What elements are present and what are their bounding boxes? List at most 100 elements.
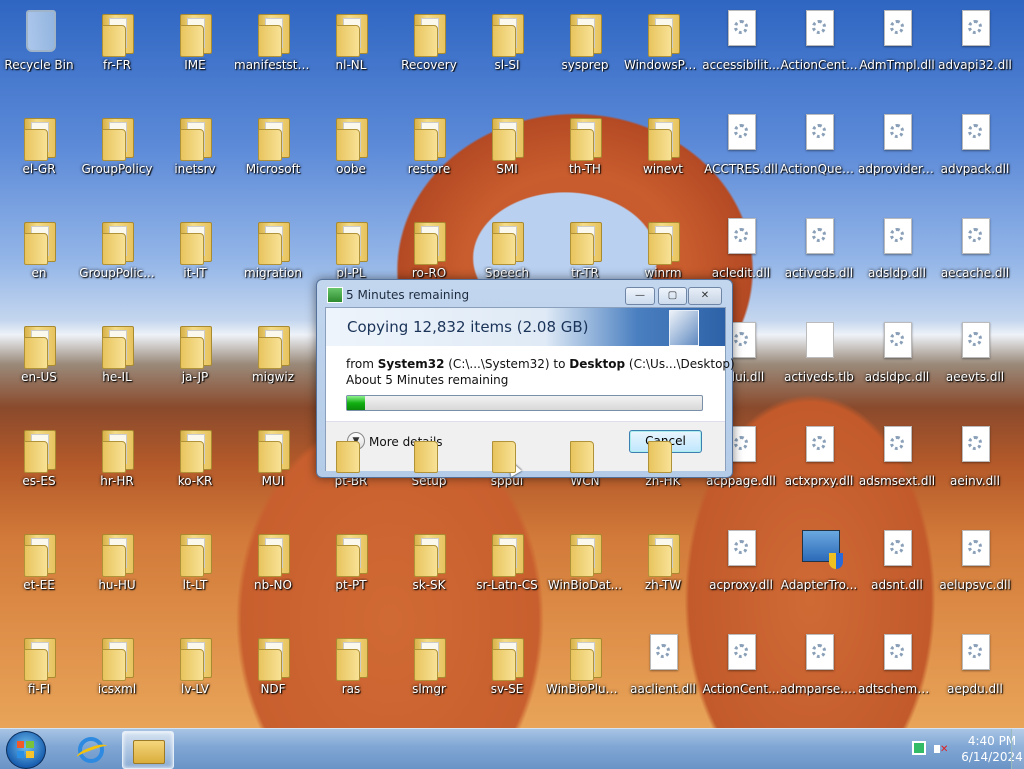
desktop-icon-smi[interactable]: SMI: [468, 106, 546, 206]
desktop-icon-label: lv-LV: [180, 682, 210, 696]
desktop-icon-label: hr-HR: [100, 474, 134, 488]
desktop-icon-inetsrv[interactable]: inetsrv: [156, 106, 234, 206]
desktop-icon-winbioplug[interactable]: WinBioPlug...: [546, 626, 624, 726]
desktop-icon-winbiodat[interactable]: WinBioDat...: [546, 522, 624, 622]
network-icon[interactable]: [912, 741, 926, 755]
desktop-icon-actioncent[interactable]: ActionCent...: [702, 626, 780, 726]
desktop-icon-grouppolic[interactable]: GroupPolic...: [78, 210, 156, 310]
close-button[interactable]: ✕: [688, 287, 722, 305]
to-prefix: to: [549, 357, 570, 371]
desktop-icon-lt-lt[interactable]: lt-LT: [156, 522, 234, 622]
desktop-icon-label: en: [31, 266, 47, 280]
volume-muted-icon[interactable]: [934, 741, 948, 757]
desktop-icon-label: manifeststore: [234, 58, 312, 72]
desktop-icon-acproxy-dll[interactable]: acproxy.dll: [702, 522, 780, 622]
desktop-icon-adtschema-dll[interactable]: adtschema.dll: [858, 626, 936, 726]
desktop-icon-ja-jp[interactable]: ja-JP: [156, 314, 234, 414]
desktop-icon-grouppolicy[interactable]: GroupPolicy: [78, 106, 156, 206]
desktop-icon-sysprep[interactable]: sysprep: [546, 2, 624, 102]
desktop-icon-label: WindowsPo...: [624, 58, 702, 72]
desktop-icon-ime[interactable]: IME: [156, 2, 234, 102]
desktop-icon-label: sysprep: [561, 58, 609, 72]
folder-icon: [178, 528, 212, 577]
desktop-icon-lv-lv[interactable]: lv-LV: [156, 626, 234, 726]
desktop-icon-ko-kr[interactable]: ko-KR: [156, 418, 234, 518]
desktop-icon-nl-nl[interactable]: nl-NL: [312, 2, 390, 102]
desktop-icon-fi-fi[interactable]: fi-FI: [0, 626, 78, 726]
minimize-button[interactable]: —: [625, 287, 655, 305]
folder-icon: [568, 528, 602, 577]
desktop-icon-it-it[interactable]: it-IT: [156, 210, 234, 310]
desktop-icon-recycle-bin[interactable]: Recycle Bin: [0, 2, 78, 102]
desktop-icon-winevt[interactable]: winevt: [624, 106, 702, 206]
desktop-icon-slmgr[interactable]: slmgr: [390, 626, 468, 726]
maximize-button[interactable]: ▢: [658, 287, 687, 305]
desktop-icon-th-th[interactable]: th-TH: [546, 106, 624, 206]
start-button[interactable]: [6, 731, 46, 769]
desktop-icon-hr-hr[interactable]: hr-HR: [78, 418, 156, 518]
desktop-icon-advapi32-dll[interactable]: advapi32.dll: [936, 2, 1014, 102]
desktop-icon-fr-fr[interactable]: fr-FR: [78, 2, 156, 102]
desktop-icon-aepdu-dll[interactable]: aepdu.dll: [936, 626, 1014, 726]
desktop-icon-ras[interactable]: ras: [312, 626, 390, 726]
desktop-icon-migration[interactable]: migration: [234, 210, 312, 310]
desktop-icon-mui[interactable]: MUI: [234, 418, 312, 518]
taskbar-internet-explorer[interactable]: [66, 731, 116, 767]
desktop-icon-ndf[interactable]: NDF: [234, 626, 312, 726]
dll-file-icon: [724, 216, 758, 260]
desktop-icon-accessibilit[interactable]: accessibilit...: [702, 2, 780, 102]
desktop-icon-actxprxy-dll[interactable]: actxprxy.dll: [780, 418, 858, 518]
dll-file-icon: [880, 424, 914, 468]
desktop-icon-oobe[interactable]: oobe: [312, 106, 390, 206]
source-name-link[interactable]: System32: [378, 357, 445, 371]
desktop-icon-es-es[interactable]: es-ES: [0, 418, 78, 518]
desktop-icon-aeinv-dll[interactable]: aeinv.dll: [936, 418, 1014, 518]
desktop-icon-actionqueu[interactable]: ActionQueu...: [780, 106, 858, 206]
desktop-icon-adprovider-dll[interactable]: adprovider.dll: [858, 106, 936, 206]
desktop-icon-zh-tw[interactable]: zh-TW: [624, 522, 702, 622]
destination-name-link[interactable]: Desktop: [569, 357, 625, 371]
desktop-icon-hu-hu[interactable]: hu-HU: [78, 522, 156, 622]
desktop-icon-adsldpc-dll[interactable]: adsldpc.dll: [858, 314, 936, 414]
desktop-icon-acctres-dll[interactable]: ACCTRES.dll: [702, 106, 780, 206]
desktop-icon-icsxml[interactable]: icsxml: [78, 626, 156, 726]
desktop-icon-pt-pt[interactable]: pt-PT: [312, 522, 390, 622]
desktop-icon-label: WinBioPlug...: [546, 682, 624, 696]
desktop-icon-aaclient-dll[interactable]: aaclient.dll: [624, 626, 702, 726]
desktop-icon-windowspo[interactable]: WindowsPo...: [624, 2, 702, 102]
desktop-icon-adsldp-dll[interactable]: adsldp.dll: [858, 210, 936, 310]
desktop-icon-adsmsext-dll[interactable]: adsmsext.dll: [858, 418, 936, 518]
desktop-icon-migwiz[interactable]: migwiz: [234, 314, 312, 414]
desktop-icon-sv-se[interactable]: sv-SE: [468, 626, 546, 726]
desktop-icon-en[interactable]: en: [0, 210, 78, 310]
taskbar-windows-explorer[interactable]: [122, 731, 174, 769]
desktop-icon-he-il[interactable]: he-IL: [78, 314, 156, 414]
desktop-icon-sr-latn-cs[interactable]: sr-Latn-CS: [468, 522, 546, 622]
desktop-icon-activeds-dll[interactable]: activeds.dll: [780, 210, 858, 310]
desktop-icon-et-ee[interactable]: et-EE: [0, 522, 78, 622]
folder-icon: [646, 8, 680, 57]
desktop-icon-aecache-dll[interactable]: aecache.dll: [936, 210, 1014, 310]
desktop-icon-manifeststore[interactable]: manifeststore: [234, 2, 312, 102]
desktop-icon-advpack-dll[interactable]: advpack.dll: [936, 106, 1014, 206]
desktop-icon-en-us[interactable]: en-US: [0, 314, 78, 414]
desktop-icon-sk-sk[interactable]: sk-SK: [390, 522, 468, 622]
desktop-icon-el-gr[interactable]: el-GR: [0, 106, 78, 206]
show-desktop-button[interactable]: [1011, 729, 1024, 769]
desktop-icon-adsnt-dll[interactable]: adsnt.dll: [858, 522, 936, 622]
desktop-icon-adaptertro[interactable]: AdapterTro...: [780, 522, 858, 622]
folder-icon: [100, 320, 134, 369]
from-prefix: from: [346, 357, 378, 371]
desktop-icon-aelupsvc-dll[interactable]: aelupsvc.dll: [936, 522, 1014, 622]
desktop-icon-aeevts-dll[interactable]: aeevts.dll: [936, 314, 1014, 414]
desktop-icon-restore[interactable]: restore: [390, 106, 468, 206]
folder-icon: [412, 632, 446, 681]
desktop-icon-activeds-tlb[interactable]: activeds.tlb: [780, 314, 858, 414]
desktop-icon-microsoft[interactable]: Microsoft: [234, 106, 312, 206]
desktop-icon-nb-no[interactable]: nb-NO: [234, 522, 312, 622]
desktop-icon-sl-si[interactable]: sl-SI: [468, 2, 546, 102]
desktop-icon-recovery[interactable]: Recovery: [390, 2, 468, 102]
desktop-icon-admparse-dll[interactable]: admparse.dll: [780, 626, 858, 726]
desktop-icon-actioncent[interactable]: ActionCent...: [780, 2, 858, 102]
desktop-icon-admtmpl-dll[interactable]: AdmTmpl.dll: [858, 2, 936, 102]
